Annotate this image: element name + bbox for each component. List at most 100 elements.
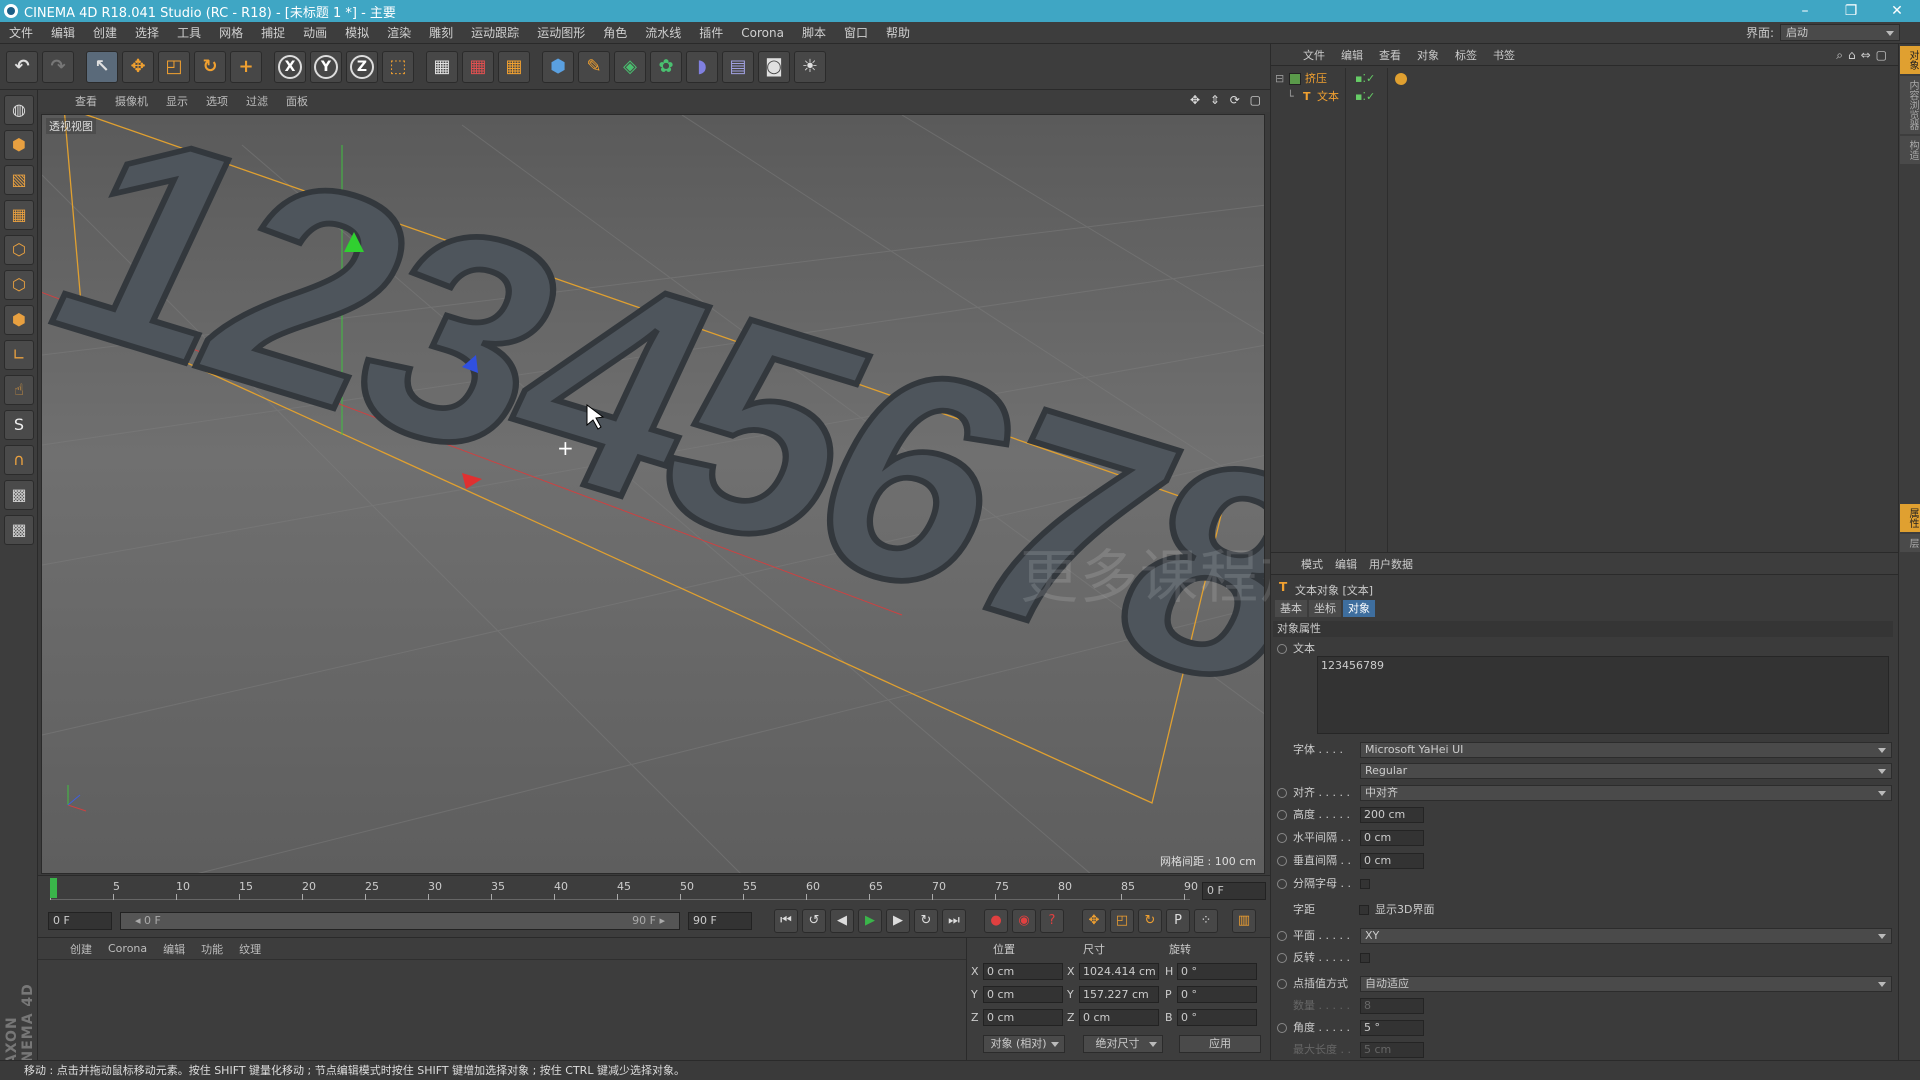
animate-radio[interactable]: [1277, 1023, 1287, 1033]
expand-toggle-icon[interactable]: ⊟: [1275, 70, 1284, 88]
viewport-menu-filter[interactable]: 过滤: [237, 93, 277, 109]
text-input[interactable]: 123456789: [1317, 656, 1889, 734]
goto-start-icon[interactable]: ⏮: [774, 909, 798, 933]
mat-menu-texture[interactable]: 纹理: [231, 941, 269, 957]
menu-corona[interactable]: Corona: [732, 26, 793, 40]
phong-tag-icon[interactable]: [1395, 73, 1407, 85]
timeline-window-icon[interactable]: ▥: [1232, 909, 1256, 933]
align-dropdown[interactable]: 中对齐: [1360, 785, 1892, 801]
menu-render[interactable]: 渲染: [378, 24, 420, 41]
close-button[interactable]: ✕: [1874, 0, 1920, 22]
obj-menu-file[interactable]: 文件: [1295, 47, 1333, 63]
cube-primitive-icon[interactable]: ⬢: [542, 50, 574, 83]
animate-radio[interactable]: [1277, 979, 1287, 989]
menu-help[interactable]: 帮助: [877, 24, 919, 41]
key-position-icon[interactable]: ✥: [1082, 909, 1106, 933]
solo-icon[interactable]: ▩: [4, 515, 34, 545]
render-picture-viewer-icon[interactable]: ▦: [462, 50, 494, 83]
animate-radio[interactable]: [1277, 879, 1287, 889]
animate-radio[interactable]: [1277, 931, 1287, 941]
texture-mode-icon[interactable]: ▧: [4, 165, 34, 195]
menu-mograph[interactable]: 运动图形: [528, 24, 594, 41]
start-frame-field[interactable]: 0 F: [48, 912, 112, 930]
object-name-text[interactable]: 文本: [1317, 88, 1339, 106]
record-keys-icon[interactable]: ●: [984, 909, 1008, 933]
viewport-menu-view[interactable]: 查看: [66, 93, 106, 109]
menu-select[interactable]: 选择: [126, 24, 168, 41]
undo-icon[interactable]: ↶: [6, 50, 38, 83]
attr-menu-userdata[interactable]: 用户数据: [1363, 556, 1419, 572]
x-axis-lock-icon[interactable]: X: [274, 50, 306, 83]
mat-menu-create[interactable]: 创建: [62, 941, 100, 957]
redo-icon[interactable]: ↷: [42, 50, 74, 83]
polygons-mode-icon[interactable]: ⬢: [4, 305, 34, 335]
viewport-nav-icons[interactable]: ✥ ⇕ ⟳ ▢: [1190, 93, 1264, 107]
mat-menu-corona[interactable]: Corona: [100, 942, 155, 955]
animate-radio[interactable]: [1277, 833, 1287, 843]
goto-end-icon[interactable]: ⏭: [942, 909, 966, 933]
autokey-icon[interactable]: ◉: [1012, 909, 1036, 933]
prev-key-icon[interactable]: ↺: [802, 909, 826, 933]
mat-menu-edit[interactable]: 编辑: [155, 941, 193, 957]
render-view-icon[interactable]: ▦: [426, 50, 458, 83]
current-frame-field[interactable]: 0 F: [1202, 882, 1266, 900]
end-frame-field[interactable]: 90 F: [688, 912, 752, 930]
position-x-field[interactable]: 0 cm: [983, 963, 1063, 980]
side-tab-layers[interactable]: 层: [1900, 534, 1920, 552]
size-mode-dropdown[interactable]: 绝对尺寸: [1083, 1035, 1163, 1053]
key-param-icon[interactable]: P: [1166, 909, 1190, 933]
next-frame-icon[interactable]: ▶: [886, 909, 910, 933]
menu-character[interactable]: 角色: [594, 24, 636, 41]
animate-radio[interactable]: [1277, 788, 1287, 798]
select-pointer-icon[interactable]: ↖: [86, 50, 118, 83]
world-coord-icon[interactable]: ⬚: [382, 50, 414, 83]
workplane-icon[interactable]: ▦: [4, 200, 34, 230]
height-field[interactable]: 200 cm: [1360, 807, 1424, 823]
attr-menu-mode[interactable]: 模式: [1295, 556, 1329, 572]
menu-snap[interactable]: 捕捉: [252, 24, 294, 41]
size-x-field[interactable]: 1024.414 cm: [1079, 963, 1159, 980]
size-z-field[interactable]: 0 cm: [1079, 1009, 1159, 1026]
model-mode-icon[interactable]: ⬢: [4, 130, 34, 160]
font-style-dropdown[interactable]: Regular: [1360, 763, 1892, 779]
key-scale-icon[interactable]: ◰: [1110, 909, 1134, 933]
obj-menu-bookmarks[interactable]: 书签: [1485, 47, 1523, 63]
animate-radio[interactable]: [1277, 644, 1287, 654]
angle-field[interactable]: 5 °: [1360, 1020, 1424, 1036]
menu-plugins[interactable]: 插件: [690, 24, 732, 41]
tweak-icon[interactable]: ☝: [4, 375, 34, 405]
preview-range-slider[interactable]: ◂ 0 F 90 F ▸: [120, 912, 680, 930]
tab-coord[interactable]: 坐标: [1309, 600, 1341, 617]
perspective-viewport[interactable]: 123456789 + 透视视图 网格间距 : 100 cm: [41, 114, 1265, 874]
menu-mesh[interactable]: 网格: [210, 24, 252, 41]
extruded-text[interactable]: 123456789: [42, 115, 1265, 796]
menu-create[interactable]: 创建: [84, 24, 126, 41]
floor-icon[interactable]: ▤: [722, 50, 754, 83]
menu-tools[interactable]: 工具: [168, 24, 210, 41]
reverse-checkbox[interactable]: [1360, 953, 1370, 963]
points-mode-icon[interactable]: ⬡: [4, 235, 34, 265]
light-icon[interactable]: ☀: [794, 50, 826, 83]
object-row-extrude[interactable]: ⊟ 挤压 ▪⁚✓: [1275, 70, 1895, 88]
maximize-button[interactable]: ❐: [1828, 0, 1874, 22]
move-cross-icon[interactable]: +: [230, 50, 262, 83]
y-axis-lock-icon[interactable]: Y: [310, 50, 342, 83]
magnet-icon[interactable]: ∩: [4, 445, 34, 475]
visibility-toggle-icon[interactable]: ▪⁚✓: [1355, 88, 1375, 106]
object-row-text[interactable]: └ T 文本 ▪⁚✓: [1275, 88, 1895, 106]
side-tab-objects[interactable]: 对象: [1900, 46, 1920, 74]
key-rotation-icon[interactable]: ↻: [1138, 909, 1162, 933]
position-y-field[interactable]: 0 cm: [983, 986, 1063, 1003]
size-y-field[interactable]: 157.227 cm: [1079, 986, 1159, 1003]
timeline-playhead[interactable]: [50, 878, 57, 898]
plane-dropdown[interactable]: XY: [1360, 928, 1892, 944]
viewport-menu-display[interactable]: 显示: [157, 93, 197, 109]
font-dropdown[interactable]: Microsoft YaHei UI: [1360, 742, 1892, 758]
lock-workplane-icon[interactable]: ▩: [4, 480, 34, 510]
attr-menu-edit[interactable]: 编辑: [1329, 556, 1363, 572]
mat-menu-function[interactable]: 功能: [193, 941, 231, 957]
side-tab-attributes[interactable]: 属性: [1900, 504, 1920, 532]
side-tab-structure[interactable]: 构造: [1900, 136, 1920, 164]
keyframe-selection-icon[interactable]: ?: [1040, 909, 1064, 933]
tab-basic[interactable]: 基本: [1275, 600, 1307, 617]
